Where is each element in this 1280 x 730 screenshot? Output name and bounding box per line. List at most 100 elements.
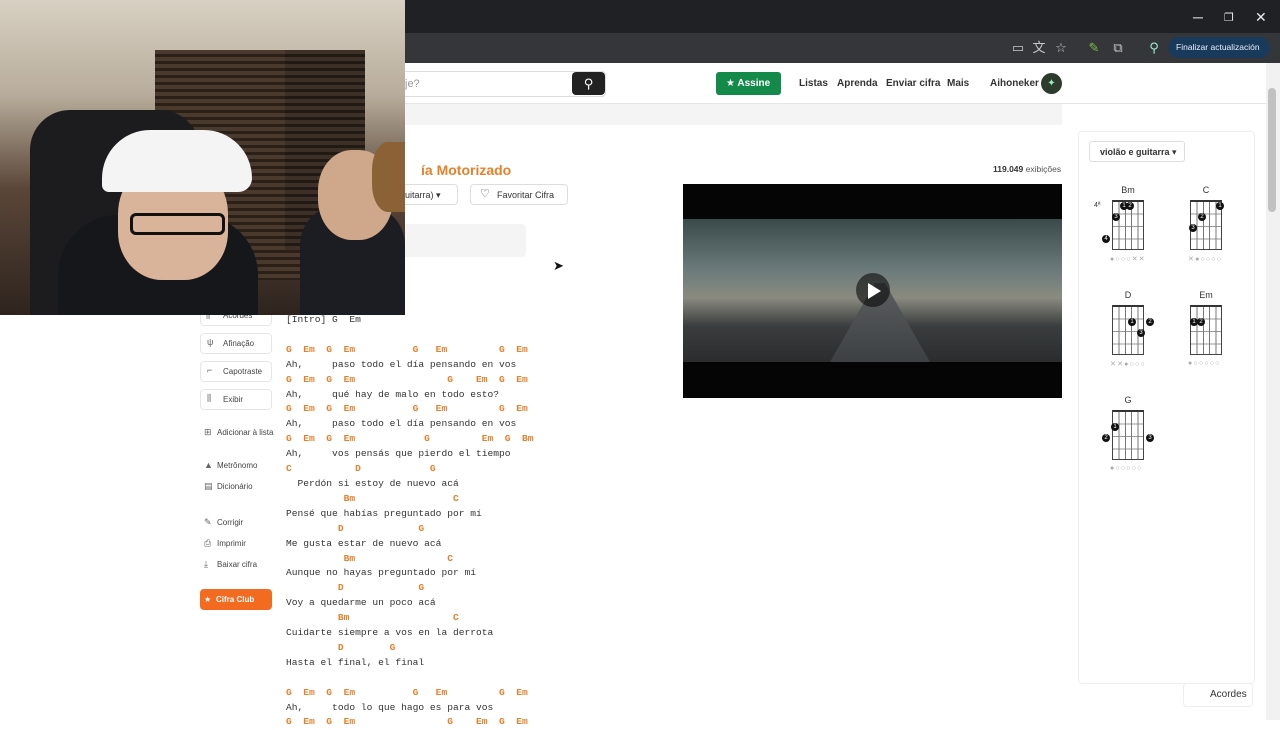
download-icon: ⤓	[204, 559, 208, 569]
close-window-button[interactable]: ✕	[1255, 9, 1267, 26]
menu-corrigir[interactable]: Corrigir	[217, 518, 243, 527]
string-markers: ✕●○○○○	[1188, 256, 1223, 263]
webcam-second-hair	[372, 142, 405, 212]
finger-dot: 2	[1102, 434, 1110, 442]
chord-diagram-g[interactable]: G 1 2 3 ●○○○○○	[1098, 395, 1158, 485]
finger-dot: 1	[1111, 423, 1119, 431]
cifra-club-pro-button[interactable]: ★ Cifra Club PRO	[200, 589, 272, 625]
chord-line[interactable]: G Em G Em G Em G Em	[286, 715, 534, 730]
caret-down-icon: ▾	[436, 190, 441, 200]
string-markers: ●○○○✕✕	[1110, 256, 1146, 263]
chord-line[interactable]: G Em G Em G Em G Em	[286, 686, 534, 701]
lyric-line: Cuidarte siempre a vos en la derrota	[286, 627, 494, 639]
lyric-line: Pensé que habías preguntado por mí	[286, 507, 482, 519]
lyric-line	[286, 328, 534, 343]
bookmark-star-icon[interactable]: ☆	[1053, 40, 1069, 56]
menu-baixar-cifra[interactable]: Baixar cifra	[217, 560, 257, 569]
menu-dicionario[interactable]: Dicionário	[217, 482, 253, 491]
metronome-icon: ▲	[204, 460, 213, 470]
menu-imprimir[interactable]: Imprimir	[217, 539, 246, 548]
chord-name: Em	[1199, 290, 1213, 300]
cast-icon[interactable]: ▭	[1010, 40, 1026, 56]
lyric-line	[286, 671, 534, 686]
search-placeholder: je?	[405, 78, 420, 90]
profile-icon[interactable]: ⚲	[1146, 40, 1162, 56]
tuning-dropdown[interactable]: uitarra) ▾	[405, 184, 458, 205]
chord-line[interactable]: D G	[286, 522, 534, 537]
chord-name: Bm	[1121, 185, 1135, 195]
placeholder-box	[405, 224, 526, 257]
nav-mais[interactable]: Mais	[947, 78, 969, 89]
chord-diagram-c[interactable]: C 1 2 3 ✕●○○○○	[1176, 185, 1236, 275]
finger-dot: 1	[1216, 202, 1224, 210]
nav-enviar-cifra[interactable]: Enviar cifra	[886, 78, 940, 89]
tuning-label: uitarra)	[405, 190, 434, 200]
chord-line[interactable]: D G	[286, 581, 534, 596]
chord-diagram-bm[interactable]: Bm 4ª 1 2 3 4 ●○○○✕✕	[1094, 185, 1158, 275]
finger-dot: 2	[1198, 213, 1206, 221]
tuning-fork-icon: ψ	[207, 337, 214, 347]
ad-banner	[405, 104, 1062, 125]
menu-adicionar-lista[interactable]: Adicionar à lista	[217, 428, 273, 437]
finger-dot: 2	[1146, 318, 1154, 326]
translate-icon[interactable]: 文	[1031, 40, 1047, 56]
string-markers: ✕✕●○○○	[1110, 361, 1146, 368]
finger-dot: 2	[1197, 318, 1205, 326]
avatar[interactable]: ✦	[1041, 73, 1062, 94]
extensions-puzzle-icon[interactable]: ⧉	[1110, 40, 1126, 56]
nav-aprenda[interactable]: Aprenda	[837, 78, 878, 89]
finger-dot: 3	[1112, 213, 1120, 221]
nav-listas[interactable]: Listas	[799, 78, 828, 89]
star-icon: ★	[726, 78, 738, 89]
update-label: Finalizar actualización	[1176, 42, 1260, 52]
fret-number: 4ª	[1094, 202, 1101, 209]
display-icon: ⫼	[207, 393, 212, 403]
finger-dot: 3	[1189, 224, 1197, 232]
scrollbar-thumb[interactable]	[1268, 88, 1276, 212]
menu-metronomo[interactable]: Metrônomo	[217, 461, 257, 470]
finger-dot: 3	[1137, 329, 1145, 337]
chord-name: G	[1124, 395, 1132, 405]
finger-dot: 3	[1146, 434, 1154, 442]
minimize-button[interactable]: ─	[1193, 9, 1203, 25]
acordes-tab[interactable]: Acordes	[1183, 683, 1253, 707]
chord-diagram-em[interactable]: Em 1 2 ●○○○○○	[1176, 290, 1236, 380]
chord-line[interactable]: G Em G Em G Em G Em	[286, 402, 534, 417]
chord-line[interactable]: Bm C	[286, 492, 534, 507]
menu-label: Afinação	[223, 339, 255, 348]
caret-down-icon: ▾	[1172, 147, 1177, 157]
chord-line[interactable]: G Em G Em G Em G Em	[286, 343, 534, 358]
chord-line[interactable]: G Em G Em G Em G Em	[286, 373, 534, 388]
search-icon: ⚲	[583, 76, 594, 91]
lyric-line: Me gusta estar de nuevo acá	[286, 537, 442, 549]
assine-button[interactable]: ★ Assine	[716, 72, 781, 95]
pro-label: Cifra Club PRO	[216, 595, 255, 625]
finger-dot: 2	[1126, 202, 1134, 210]
lyric-line: Ah, paso todo el día pensando en vos	[286, 358, 517, 370]
lyric-line: Ah, todo lo que hago es para vos	[286, 701, 494, 713]
play-icon	[868, 283, 881, 299]
chord-name: D	[1124, 290, 1132, 300]
song-title: ía Motorizado	[421, 162, 512, 178]
chord-line[interactable]: G Em G Em G Em G Bm	[286, 432, 534, 447]
chord-line[interactable]: Bm C	[286, 611, 534, 626]
restore-button[interactable]: ❐	[1224, 11, 1234, 24]
capo-icon: ⌐	[207, 365, 213, 375]
chord-line[interactable]: D G	[286, 641, 534, 656]
lyric-line: Aunque no hayas preguntado por mí	[286, 567, 476, 579]
user-name[interactable]: Aihoneker	[990, 78, 1039, 89]
chord-diagram-d[interactable]: D 1 2 3 ✕✕●○○○	[1098, 290, 1158, 380]
extension-leaf-icon[interactable]: ✎	[1086, 40, 1102, 56]
webcam-glasses	[130, 213, 225, 235]
fretboard	[1112, 410, 1144, 460]
menu-label: Capotraste	[223, 367, 263, 376]
chord-line[interactable]: Bm C	[286, 552, 534, 567]
update-browser-button[interactable]: Finalizar actualización ⋮	[1168, 37, 1270, 73]
dictionary-icon: ▤	[204, 481, 213, 491]
favorite-button[interactable]: Favoritar Cifra	[470, 184, 568, 205]
lyric-line: [Intro] G Em	[286, 314, 361, 325]
instrument-dropdown[interactable]: violão e guitarra ▾	[1089, 141, 1185, 162]
lyric-line: Ah, vos pensás que pierdo el tiempo	[286, 448, 511, 460]
search-button[interactable]: ⚲	[572, 72, 605, 95]
chord-line[interactable]: C D G	[286, 462, 534, 477]
